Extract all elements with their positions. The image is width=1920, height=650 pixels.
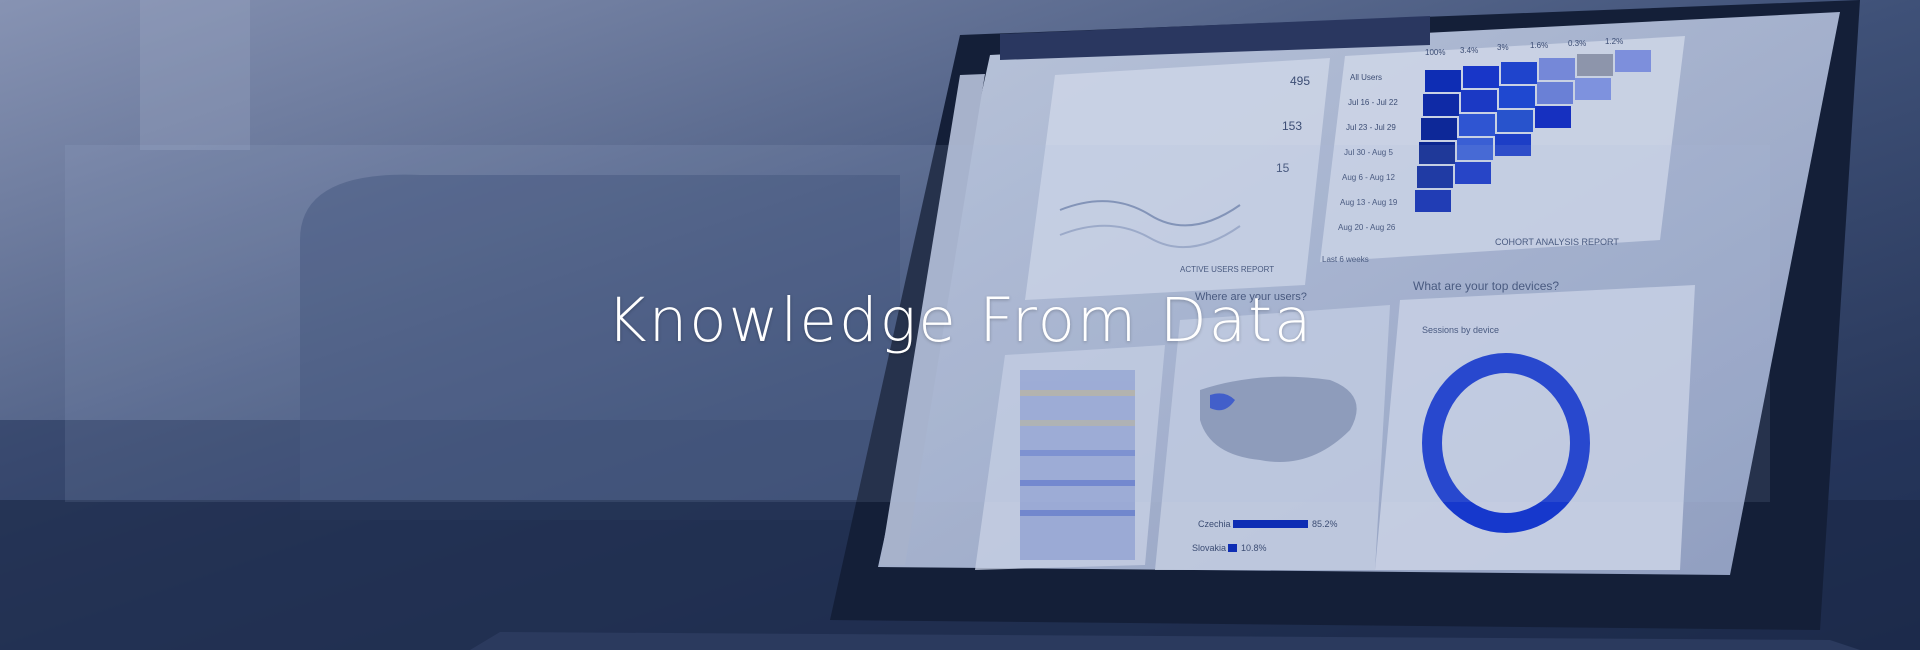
cohort-row-label-0: All Users <box>1350 73 1382 82</box>
page-headline: Knowledge From Data <box>606 285 1314 356</box>
cohort-cell <box>1499 86 1535 108</box>
cohort-percent-5: 1.2% <box>1605 37 1623 46</box>
cohort-cell <box>1423 94 1459 116</box>
country-value-slovakia: 10.8% <box>1241 543 1267 553</box>
country-value-czechia: 85.2% <box>1312 519 1338 529</box>
cohort-cell <box>1615 50 1651 72</box>
cohort-cell <box>1575 78 1611 100</box>
cohort-cell <box>1421 118 1457 140</box>
cohort-percent-1: 3.4% <box>1460 46 1478 55</box>
active-value-weekly: 153 <box>1282 119 1302 133</box>
cohort-cell <box>1537 82 1573 104</box>
cohort-cell <box>1461 90 1497 112</box>
cohort-row-label-1: Jul 16 - Jul 22 <box>1348 98 1398 107</box>
cohort-row-label-2: Jul 23 - Jul 29 <box>1346 123 1396 132</box>
cohort-cell <box>1535 106 1571 128</box>
cohort-cell <box>1501 62 1537 84</box>
cohort-percent-4: 0.3% <box>1568 39 1586 48</box>
cohort-percent-0: 100% <box>1425 48 1445 57</box>
country-bar-slovakia <box>1228 544 1237 552</box>
cohort-cell <box>1463 66 1499 88</box>
active-value-monthly: 495 <box>1290 74 1310 88</box>
cohort-cell <box>1425 70 1461 92</box>
cohort-cell <box>1539 58 1575 80</box>
cohort-percent-3: 1.6% <box>1530 41 1548 50</box>
cohort-cell <box>1459 114 1495 136</box>
window-light <box>140 0 250 150</box>
cohort-cell <box>1577 54 1613 76</box>
country-label-slovakia: Slovakia <box>1192 543 1226 553</box>
country-label-czechia: Czechia <box>1198 519 1231 529</box>
country-bar-czechia <box>1233 520 1308 528</box>
cohort-cell <box>1497 110 1533 132</box>
cohort-percent-2: 3% <box>1497 43 1509 52</box>
